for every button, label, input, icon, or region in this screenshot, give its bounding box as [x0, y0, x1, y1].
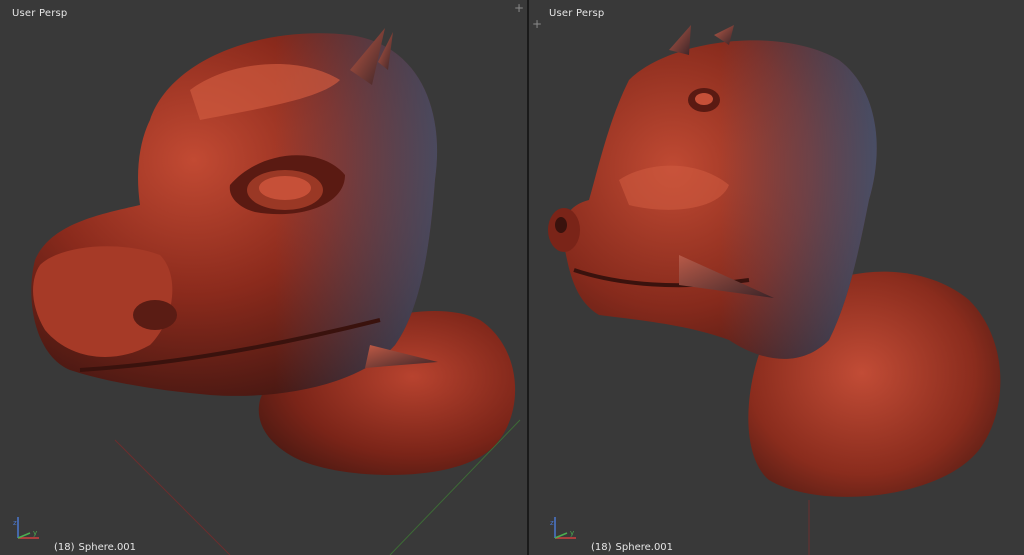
axis-orientation-gizmo: z y: [13, 517, 39, 539]
dual-3d-viewport: + User Persp z y (18) Sphere.001 + User …: [0, 0, 1024, 555]
frame-number: (18): [591, 542, 612, 553]
viewport-left[interactable]: + User Persp z y (18) Sphere.001: [0, 0, 527, 555]
sculpt-model-dragon-head-left[interactable]: [0, 0, 527, 555]
active-object-label: (18) Sphere.001: [54, 542, 136, 553]
axis-orientation-gizmo: z y: [550, 517, 576, 539]
viewport-right[interactable]: + User Persp z y (18) Sphere.001: [529, 0, 1024, 555]
svg-text:z: z: [550, 519, 554, 527]
object-name: Sphere.001: [615, 542, 674, 553]
svg-text:z: z: [13, 519, 17, 527]
sculpt-model-dragon-head-right[interactable]: [529, 0, 1024, 555]
view-perspective-label: User Persp: [12, 8, 68, 19]
svg-text:y: y: [33, 529, 37, 537]
svg-text:y: y: [570, 529, 574, 537]
active-object-label: (18) Sphere.001: [591, 542, 673, 553]
view-perspective-label: User Persp: [549, 8, 605, 19]
viewport-split-plus-icon[interactable]: +: [529, 16, 545, 32]
frame-number: (18): [54, 542, 75, 553]
viewport-split-plus-icon[interactable]: +: [511, 0, 527, 16]
object-name: Sphere.001: [78, 542, 137, 553]
